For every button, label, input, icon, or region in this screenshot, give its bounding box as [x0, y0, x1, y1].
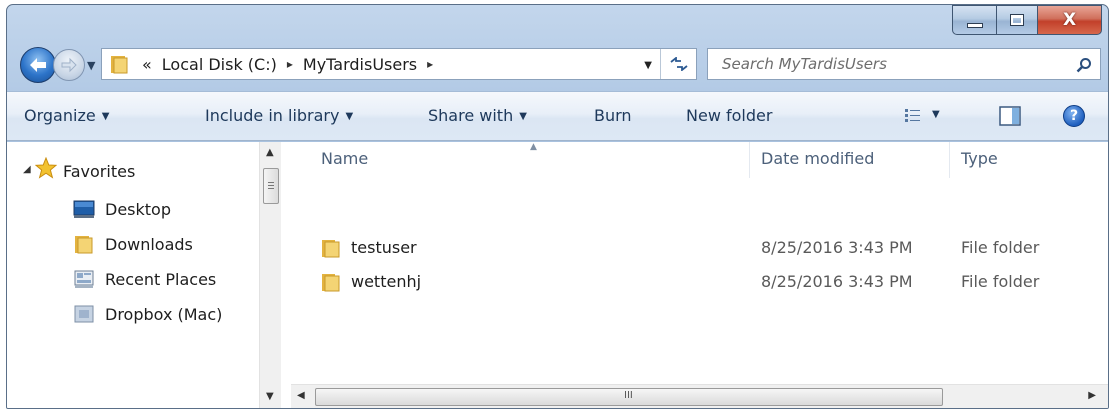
organize-label: Organize — [24, 106, 96, 125]
drive-icon — [74, 305, 94, 323]
organize-button[interactable]: Organize ▼ — [24, 106, 109, 125]
file-list: ▲ Name Date modified Type testuser 8/25/… — [291, 142, 1108, 408]
nav-item-dropbox-mac[interactable]: Dropbox (Mac) — [73, 301, 222, 327]
burn-button[interactable]: Burn — [594, 106, 632, 125]
include-in-library-label: Include in library — [205, 106, 340, 125]
search-input[interactable]: Search MyTardisUsers — [722, 55, 887, 73]
recent-pages-dropdown-icon[interactable]: ▼ — [87, 59, 95, 72]
nav-item-downloads[interactable]: Downloads — [73, 231, 193, 257]
include-in-library-button[interactable]: Include in library ▼ — [205, 106, 353, 125]
breadcrumb-item-local-disk[interactable]: Local Disk (C:) — [162, 55, 277, 74]
scroll-right-icon[interactable]: ▶ — [1088, 390, 1096, 401]
column-header-name[interactable]: Name — [321, 142, 368, 178]
column-divider[interactable] — [749, 142, 750, 178]
recent-places-icon — [74, 270, 94, 288]
scroll-up-icon[interactable]: ▲ — [266, 147, 274, 158]
file-type: File folder — [961, 238, 1040, 257]
new-folder-button[interactable]: New folder — [686, 106, 772, 125]
file-date-modified: 8/25/2016 3:43 PM — [761, 238, 913, 257]
scroll-down-icon[interactable]: ▼ — [266, 391, 274, 402]
minimize-button[interactable] — [952, 5, 996, 35]
forward-arrow-icon — [61, 57, 77, 73]
grip-icon — [268, 182, 274, 190]
refresh-icon — [669, 57, 688, 71]
grip-icon: III — [624, 390, 633, 401]
nav-favorites[interactable]: Favorites — [63, 162, 135, 181]
nav-item-desktop[interactable]: Desktop — [73, 196, 171, 222]
file-date-modified: 8/25/2016 3:43 PM — [761, 272, 913, 291]
breadcrumb: « Local Disk (C:) ▸ MyTardisUsers ▸ — [142, 55, 443, 74]
refresh-button[interactable] — [660, 49, 696, 79]
folder-icon — [322, 240, 340, 258]
preview-pane-icon[interactable] — [999, 106, 1021, 126]
file-name: wettenhj — [351, 272, 422, 291]
address-bar[interactable]: « Local Disk (C:) ▸ MyTardisUsers ▸ ▼ — [101, 48, 697, 80]
share-with-label: Share with — [428, 106, 514, 125]
folder-icon — [322, 274, 340, 292]
scroll-thumb[interactable]: III — [315, 388, 943, 406]
chevron-down-icon: ▼ — [345, 111, 354, 122]
column-header-type[interactable]: Type — [961, 142, 998, 178]
breadcrumb-chevron-icon[interactable]: ▸ — [427, 57, 433, 71]
scroll-left-icon[interactable]: ◀ — [297, 390, 305, 401]
nav-item-label: Downloads — [105, 234, 193, 254]
folder-icon — [111, 56, 128, 74]
scroll-thumb[interactable] — [263, 168, 279, 204]
favorites-star-icon — [35, 157, 57, 179]
search-box[interactable]: Search MyTardisUsers — [707, 48, 1101, 80]
help-icon[interactable]: ? — [1063, 105, 1085, 127]
command-bar: Organize ▼ Include in library ▼ Share with… — [7, 91, 1108, 141]
address-dropdown-icon[interactable]: ▼ — [644, 60, 652, 71]
breadcrumb-chevron-icon[interactable]: ▸ — [287, 57, 293, 71]
column-header-date-modified[interactable]: Date modified — [761, 142, 874, 178]
share-with-button[interactable]: Share with ▼ — [428, 106, 527, 125]
desktop-icon — [73, 200, 95, 218]
vertical-scrollbar[interactable]: ▲ ▼ — [259, 142, 281, 408]
close-button[interactable]: X — [1038, 5, 1102, 35]
maximize-button[interactable] — [996, 5, 1038, 35]
views-dropdown-icon[interactable]: ▼ — [932, 109, 940, 120]
navigation-row: ▼ « Local Disk (C:) ▸ MyTardisUsers ▸ ▼ — [7, 39, 1108, 87]
minimize-icon — [966, 22, 983, 28]
table-row[interactable]: testuser 8/25/2016 3:43 PM File folder — [291, 233, 1108, 263]
chevron-down-icon: ▼ — [519, 111, 527, 122]
table-row[interactable]: wettenhj 8/25/2016 3:43 PM File folder — [291, 267, 1108, 297]
views-icon[interactable] — [904, 108, 922, 124]
close-icon: X — [1062, 10, 1077, 30]
nav-item-label: Dropbox (Mac) — [105, 304, 223, 324]
expand-arrow-icon[interactable]: ◢ — [23, 164, 31, 175]
breadcrumb-overflow[interactable]: « — [142, 55, 152, 74]
caption-buttons: X — [952, 5, 1102, 37]
sort-ascending-icon: ▲ — [530, 142, 537, 152]
column-divider[interactable] — [949, 142, 950, 178]
file-name: testuser — [351, 238, 417, 257]
file-type: File folder — [961, 272, 1040, 291]
breadcrumb-item-mytardisusers[interactable]: MyTardisUsers — [303, 55, 417, 74]
nav-item-recent-places[interactable]: Recent Places — [73, 266, 216, 292]
navigation-pane: ◢ Favorites Desktop Downloads Recent Pla… — [7, 142, 291, 408]
back-button[interactable] — [20, 47, 56, 83]
chevron-down-icon: ▼ — [101, 111, 110, 122]
forward-button[interactable] — [53, 49, 85, 81]
nav-item-label: Recent Places — [105, 269, 217, 289]
explorer-window: X ▼ « Local Disk (C:) ▸ MyTardisUsers ▸ … — [6, 4, 1109, 409]
content-area: ◢ Favorites Desktop Downloads Recent Pla… — [7, 142, 1108, 408]
horizontal-scrollbar[interactable]: ◀ III ▶ — [291, 384, 1108, 408]
maximize-icon — [1010, 14, 1024, 26]
search-icon — [1076, 58, 1091, 73]
folder-icon — [75, 236, 93, 254]
back-arrow-icon — [30, 58, 46, 72]
nav-item-label: Desktop — [105, 199, 171, 219]
